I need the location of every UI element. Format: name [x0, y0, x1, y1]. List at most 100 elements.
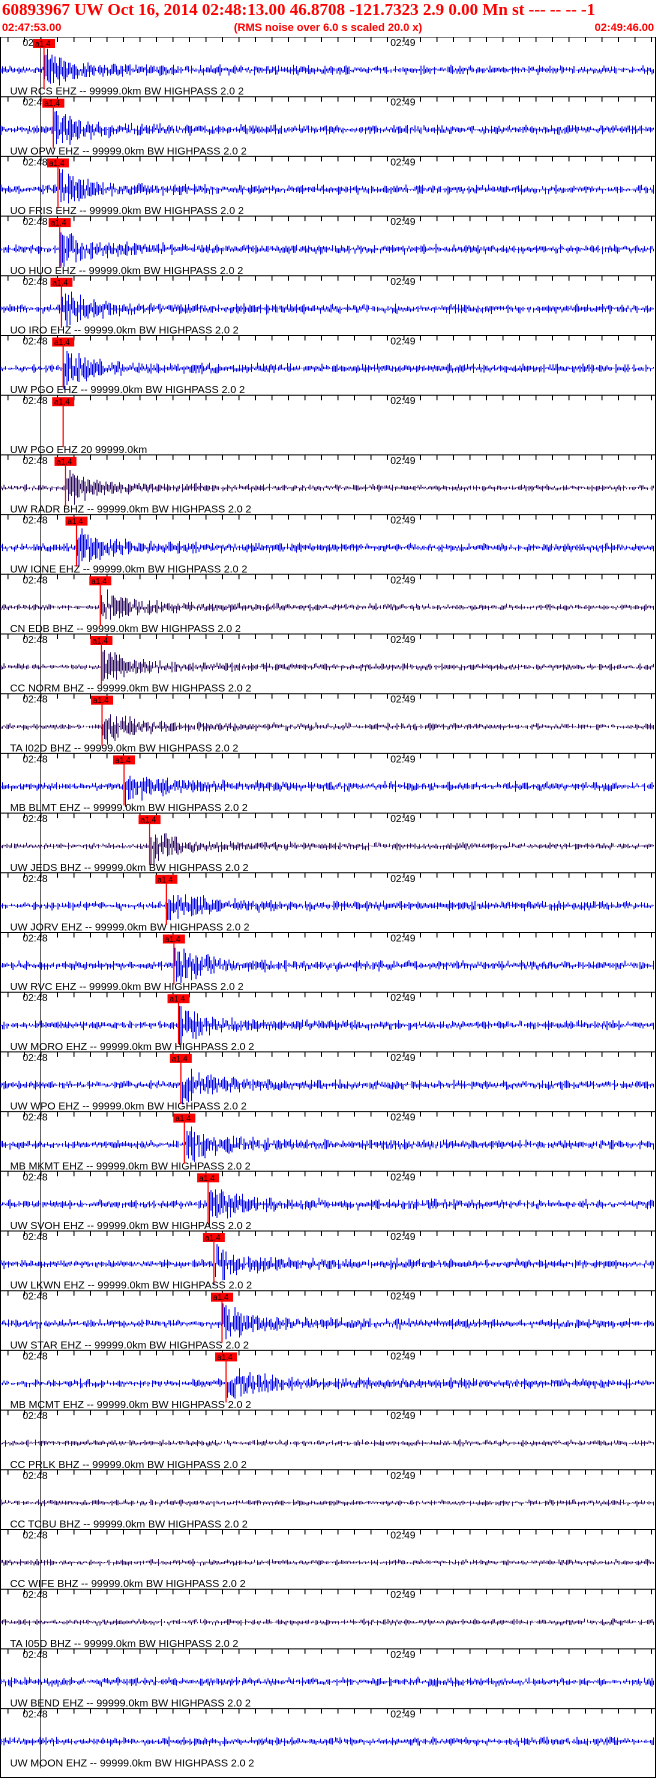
- station-label: UW BEND EHZ -- 99999.0km BW HIGHPASS 2.0…: [10, 1698, 251, 1710]
- pick-label: a1.4: [51, 219, 67, 228]
- pick-label: a1.4: [54, 398, 70, 407]
- minute-label: 02:49: [390, 1292, 415, 1303]
- waveform: [0, 470, 654, 507]
- minute-label: 02:49: [390, 456, 415, 467]
- minute-label: 02:48: [23, 1053, 48, 1064]
- waveform: [0, 1439, 654, 1447]
- minute-label: 02:49: [390, 1232, 415, 1243]
- minute-label: 02:48: [23, 1590, 48, 1601]
- station-label: UO FRIS EHZ -- 99999.0km BW HIGHPASS 2.0…: [10, 205, 244, 217]
- rms-note: (RMS noise over 6.0 s scaled 20.0 x): [233, 22, 423, 34]
- waveform: [0, 291, 654, 327]
- pick-label: a1.4: [35, 40, 51, 49]
- minute-label: 02:48: [23, 1650, 48, 1661]
- minute-label: 02:48: [23, 277, 48, 288]
- pick-label: a1.4: [205, 1234, 221, 1243]
- minute-label: 02:49: [390, 217, 415, 228]
- minute-label: 02:48: [23, 1411, 48, 1422]
- waveform: [0, 111, 654, 147]
- pick-label: a1.4: [57, 457, 73, 466]
- waveform: [0, 589, 654, 620]
- pick-label: a1.4: [54, 338, 70, 347]
- waveform: [0, 1676, 654, 1688]
- pick-label: a1.4: [52, 278, 68, 287]
- pick-label: a1.4: [172, 1054, 188, 1063]
- waveform: [0, 1558, 654, 1567]
- minute-label: 02:49: [390, 1650, 415, 1661]
- pick-label: a1.4: [49, 159, 65, 168]
- station-label: UW PGO EHZ -- 99999.0km BW HIGHPASS 2.0 …: [10, 384, 245, 396]
- waveform: [0, 1065, 654, 1105]
- minute-label: 02:48: [23, 337, 48, 348]
- minute-label: 02:49: [390, 38, 415, 49]
- minute-label: 02:49: [390, 635, 415, 646]
- minute-label: 02:48: [23, 396, 48, 407]
- minute-label: 02:49: [390, 874, 415, 885]
- waveform: [0, 168, 654, 204]
- minute-label: 02:49: [390, 1710, 415, 1721]
- minute-label: 02:49: [390, 695, 415, 706]
- minute-label: 02:49: [390, 396, 415, 407]
- minute-label: 02:49: [390, 516, 415, 527]
- minute-label: 02:49: [390, 993, 415, 1004]
- waveform: [0, 894, 654, 921]
- header: 60893967 UW Oct 16, 2014 02:48:13.00 46.…: [0, 0, 656, 37]
- station-label: UW PGO EHZ 20 99999.0km: [10, 444, 147, 456]
- pick-label: a1.4: [165, 935, 181, 944]
- station-label: UW IONE EHZ -- 99999.0km BW HIGHPASS 2.0…: [10, 563, 247, 575]
- station-label: UW RADR BHZ -- 99999.0km BW HIGHPASS 2.0…: [10, 504, 252, 516]
- station-label: UW MORO EHZ -- 99999.0km BW HIGHPASS 2.0…: [10, 1041, 254, 1053]
- pick-label: a1.4: [217, 1353, 233, 1362]
- station-label: CC NORM BHZ -- 99999.0km BW HIGHPASS 2.0…: [10, 683, 252, 695]
- minute-label: 02:49: [390, 1411, 415, 1422]
- station-label: TA I02D BHZ -- 99999.0km BW HIGHPASS 2.0…: [10, 742, 239, 754]
- minute-label: 02:48: [23, 1531, 48, 1542]
- minute-label: 02:48: [23, 157, 48, 168]
- minute-label: 02:49: [390, 1113, 415, 1124]
- minute-label: 02:49: [390, 98, 415, 109]
- end-time: 02:49:46.00: [594, 22, 654, 34]
- minute-label: 02:48: [23, 993, 48, 1004]
- pick-label: a1.4: [141, 816, 157, 825]
- pick-label: a1.4: [199, 1174, 215, 1183]
- minute-label: 02:48: [23, 934, 48, 945]
- pick-label: a1.4: [157, 875, 173, 884]
- minute-label: 02:49: [390, 1590, 415, 1601]
- minute-label: 02:48: [23, 1232, 48, 1243]
- waveform: [0, 714, 654, 745]
- station-label: UO HUO EHZ -- 99999.0km BW HIGHPASS 2.0 …: [10, 265, 243, 277]
- station-label: MB MCMT EHZ -- 99999.0km BW HIGHPASS 2.0…: [10, 1399, 251, 1411]
- station-label: UW JORV EHZ -- 99999.0km BW HIGHPASS 2.0…: [10, 922, 250, 934]
- minute-label: 02:48: [23, 1113, 48, 1124]
- station-label: UO IRO EHZ -- 99999.0km BW HIGHPASS 2.0 …: [10, 325, 239, 337]
- pick-label: a1.4: [175, 1114, 191, 1123]
- waveform: [0, 1368, 654, 1399]
- minute-label: 02:48: [23, 456, 48, 467]
- pick-label: a1.4: [91, 577, 107, 586]
- minute-label: 02:49: [390, 337, 415, 348]
- minute-label: 02:49: [390, 1531, 415, 1542]
- minute-label: 02:48: [23, 635, 48, 646]
- waveform: [0, 650, 654, 682]
- minute-label: 02:49: [390, 1351, 415, 1362]
- station-label: UW WPO EHZ -- 99999.0km BW HIGHPASS 2.0 …: [10, 1101, 247, 1113]
- pick-label: a1.4: [93, 696, 109, 705]
- minute-label: 02:49: [390, 157, 415, 168]
- waveform: [0, 1126, 654, 1162]
- pick-label: a1.4: [170, 995, 186, 1004]
- plot-title: 60893967 UW Oct 16, 2014 02:48:13.00 46.…: [2, 0, 596, 19]
- station-label: UW LKWN EHZ -- 99999.0km BW HIGHPASS 2.0…: [10, 1280, 252, 1292]
- minute-label: 02:48: [23, 1710, 48, 1721]
- minute-label: 02:49: [390, 575, 415, 586]
- station-label: UW STAR EHZ -- 99999.0km BW HIGHPASS 2.0…: [10, 1339, 249, 1351]
- waveform: [0, 1736, 654, 1747]
- minute-label: 02:48: [23, 575, 48, 586]
- waveform: [0, 1006, 654, 1046]
- minute-label: 02:48: [23, 814, 48, 825]
- minute-label: 02:48: [23, 1351, 48, 1362]
- waveform: [0, 1618, 654, 1626]
- station-label: TA I05D BHZ -- 99999.0km BW HIGHPASS 2.0…: [10, 1638, 239, 1650]
- minute-label: 02:48: [23, 217, 48, 228]
- minute-label: 02:49: [390, 934, 415, 945]
- minute-label: 02:49: [390, 277, 415, 288]
